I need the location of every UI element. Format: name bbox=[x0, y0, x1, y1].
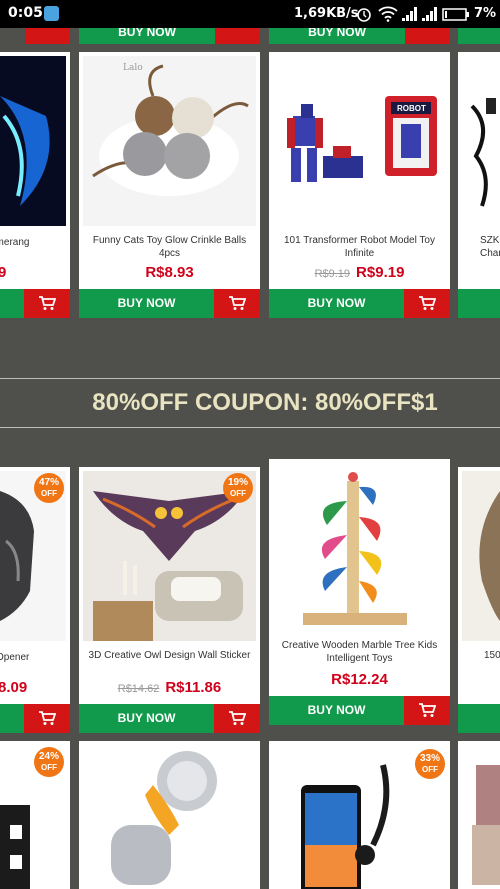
product-price: R$9.19 bbox=[356, 264, 405, 281]
add-to-cart-button[interactable] bbox=[404, 289, 450, 318]
marble-tree-image bbox=[273, 463, 446, 633]
cart-icon bbox=[419, 703, 436, 717]
cart-icon bbox=[39, 296, 56, 310]
buy-now-button[interactable] bbox=[458, 289, 500, 318]
product-price: R$8.93 bbox=[145, 264, 194, 281]
partial-right-image bbox=[462, 471, 500, 641]
buy-now-button[interactable]: BUY NOW bbox=[269, 696, 404, 725]
product-card-partial-left-3[interactable]: 24% OFF bbox=[0, 741, 70, 889]
product-price: 9 bbox=[0, 264, 7, 281]
buy-now-button[interactable] bbox=[458, 704, 500, 733]
network-speed: 1,69KB/s bbox=[294, 6, 359, 21]
product-card-partial-right-2[interactable]: 150 bbox=[458, 467, 500, 733]
cart-icon bbox=[39, 711, 56, 725]
signal-icon-2 bbox=[422, 7, 437, 21]
buy-now-button-prev-3[interactable] bbox=[458, 28, 500, 44]
cart-icon bbox=[229, 711, 246, 725]
wifi-icon bbox=[378, 6, 398, 22]
notification-app-icon bbox=[44, 6, 59, 21]
buy-now-button[interactable]: BUY NOW bbox=[269, 289, 404, 318]
charging-cable-image bbox=[462, 56, 500, 226]
cart-button-prev-1[interactable] bbox=[215, 28, 260, 44]
coupon-banner[interactable]: 80%OFF COUPON: 80%OFF$1 bbox=[0, 378, 500, 428]
discount-badge: 47% OFF bbox=[34, 473, 64, 503]
add-to-cart-button[interactable] bbox=[214, 704, 260, 733]
product-title: 150 bbox=[484, 650, 500, 661]
boomerang-image bbox=[0, 56, 66, 226]
cat-balls-image: Lalo bbox=[83, 56, 256, 226]
svg-text:Lalo: Lalo bbox=[123, 63, 143, 73]
product-card-shower-holder[interactable] bbox=[79, 741, 260, 889]
cart-button-prev-2[interactable] bbox=[405, 28, 450, 44]
product-title: Creative Wooden Marble Tree Kids Intelli… bbox=[281, 640, 438, 664]
discount-badge: 24% OFF bbox=[34, 747, 64, 777]
cart-icon bbox=[419, 296, 436, 310]
buy-now-button[interactable] bbox=[0, 704, 24, 733]
status-bar: 0:05 1,69KB/s 7% bbox=[0, 0, 500, 28]
product-title: 101 Transformer Robot Model Toy Infinite bbox=[283, 235, 435, 259]
product-card-marble-tree[interactable]: Creative Wooden Marble Tree Kids Intelli… bbox=[269, 459, 450, 725]
buy-now-button[interactable]: BUY NOW bbox=[79, 704, 214, 733]
add-to-cart-button[interactable] bbox=[404, 696, 450, 725]
product-title: SZKI Chargin bbox=[480, 235, 500, 259]
product-old-price: R$14.62 bbox=[117, 683, 160, 695]
product-title: Funny Cats Toy Glow Crinkle Balls 4pcs bbox=[92, 235, 247, 259]
product-title: omerang bbox=[0, 237, 30, 248]
product-price: R$11.86 bbox=[165, 679, 222, 696]
svg-text:ROBOT: ROBOT bbox=[397, 104, 426, 113]
cart-button-prev-left[interactable] bbox=[25, 28, 70, 44]
cart-icon bbox=[229, 296, 246, 310]
partial-right-image bbox=[462, 745, 500, 889]
signal-icon-1 bbox=[402, 7, 417, 21]
battery-level: 7% bbox=[474, 6, 497, 21]
product-old-price: R$9.19 bbox=[314, 268, 351, 280]
buy-now-button-prev-1[interactable]: BUY NOW bbox=[79, 28, 215, 44]
discount-badge: 19% OFF bbox=[223, 473, 253, 503]
product-card-partial-right-1[interactable]: SZKI Chargin bbox=[458, 52, 500, 318]
product-title: 3D Creative Owl Design Wall Sticker bbox=[88, 650, 251, 661]
buy-now-button[interactable]: BUY NOW bbox=[79, 289, 214, 318]
product-card-robot[interactable]: ROBOT 101 Transformer Robot Model Toy In… bbox=[269, 52, 450, 318]
status-time: 0:05 bbox=[8, 5, 43, 21]
add-to-cart-button[interactable] bbox=[24, 289, 70, 318]
discount-badge: 33% OFF bbox=[415, 749, 445, 779]
product-card-partial-left-1[interactable]: omerang 9 bbox=[0, 52, 70, 318]
add-to-cart-button[interactable] bbox=[214, 289, 260, 318]
robot-image: ROBOT bbox=[273, 56, 446, 226]
shower-holder-image bbox=[83, 745, 256, 889]
add-to-cart-button[interactable] bbox=[24, 704, 70, 733]
product-card-partial-left-2[interactable]: 47%OFF Opener 8.09 bbox=[0, 467, 70, 733]
previous-row-buttons: BUY NOW BUY NOW bbox=[0, 28, 500, 44]
product-card-phone-mount[interactable]: 33% OFF bbox=[269, 741, 450, 889]
battery-icon bbox=[442, 8, 469, 21]
product-title: Opener bbox=[0, 652, 30, 663]
alarm-icon bbox=[357, 8, 371, 22]
product-card-cat-balls[interactable]: Lalo Funny Cats Toy Glow Crinkle Balls 4… bbox=[79, 52, 260, 318]
product-card-owl-sticker[interactable]: 19% OFF 3D Creative Owl Design Wall Stick… bbox=[79, 467, 260, 733]
product-price: R$12.24 bbox=[331, 671, 388, 688]
buy-now-button-prev-2[interactable]: BUY NOW bbox=[269, 28, 405, 44]
product-price: 8.09 bbox=[0, 679, 28, 696]
buy-now-button[interactable] bbox=[0, 289, 24, 318]
product-card-partial-right-3[interactable] bbox=[458, 741, 500, 889]
